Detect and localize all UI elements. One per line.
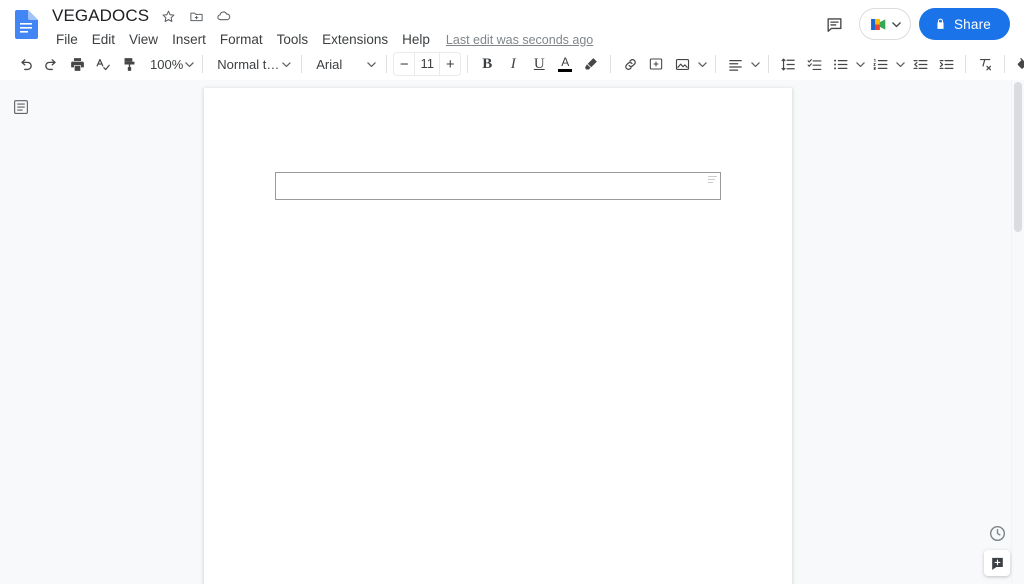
bulleted-list-icon[interactable] [827,51,853,77]
chevron-down-icon [185,61,194,67]
bulleted-list-dropdown[interactable] [853,51,867,77]
font-size-stepper: − 11 + [393,52,462,76]
zoom-level-value: 100% [150,56,184,72]
decrease-indent-icon[interactable] [907,51,933,77]
insert-image-icon[interactable] [669,51,695,77]
font-size-increase-button[interactable]: + [440,53,460,75]
header-actions: Share [819,8,1010,40]
font-family-select[interactable]: Arial [308,51,380,77]
move-to-folder-icon[interactable] [185,5,207,27]
clear-formatting-icon[interactable] [972,51,998,77]
print-icon[interactable] [64,51,90,77]
toolbar-divider [301,55,303,73]
line-spacing-icon[interactable] [775,51,801,77]
align-dropdown[interactable] [748,51,762,77]
text-color-swatch [558,68,573,72]
document-canvas [0,80,1024,584]
join-meeting-button[interactable] [858,8,911,40]
table-grip-icon[interactable] [708,176,717,183]
paragraph-style-value: Normal text [217,56,283,72]
scrollbar-thumb[interactable] [1014,82,1022,232]
toolbar-divider [467,55,469,73]
document-table[interactable] [275,172,721,200]
checklist-icon[interactable] [801,51,827,77]
last-edit-status[interactable]: Last edit was seconds ago [446,33,593,47]
spellcheck-icon[interactable] [90,51,116,77]
highlight-pen-icon[interactable] [578,51,604,77]
text-color-button[interactable]: A [552,51,578,77]
redo-icon[interactable] [38,51,64,77]
italic-label: I [510,55,516,72]
align-left-icon[interactable] [722,51,748,77]
underline-button[interactable]: U [526,51,552,77]
toolbar-divider [768,55,770,73]
google-docs-file-icon[interactable] [14,10,38,39]
increase-indent-icon[interactable] [933,51,959,77]
undo-icon[interactable] [12,51,38,77]
bold-label: B [482,55,493,72]
explore-icon[interactable] [984,550,1010,576]
toolbar-divider [965,55,967,73]
google-docs-window: VEGADOCS File Edit View Insert Format To… [0,0,1024,584]
app-header: VEGADOCS File Edit View Insert Format To… [0,0,1024,48]
font-size-decrease-button[interactable]: − [394,53,414,75]
page-title[interactable]: VEGADOCS [50,5,151,27]
text-color-label: A [561,54,570,69]
insert-image-dropdown[interactable] [695,51,709,77]
share-button[interactable]: Share [918,8,1010,40]
comment-icon[interactable] [819,8,851,40]
document-outline-icon[interactable] [10,96,32,118]
toolbar-divider [1004,55,1006,73]
version-history-icon[interactable] [987,523,1007,543]
lock-icon [937,18,944,29]
toolbar-divider [202,55,204,73]
underline-label: U [533,55,545,72]
star-icon[interactable] [157,5,179,27]
chevron-down-icon [367,61,376,67]
bold-button[interactable]: B [474,51,500,77]
toolbar-divider [610,55,612,73]
vertical-scrollbar[interactable] [1011,80,1024,584]
formatting-toolbar: 100% Normal text Arial − 11 + B I U A [0,48,1024,80]
document-page[interactable] [204,88,792,584]
toolbar-divider [386,55,388,73]
numbered-list-icon[interactable] [867,51,893,77]
paint-format-icon[interactable] [116,51,142,77]
paragraph-style-select[interactable]: Normal text [209,51,295,77]
numbered-list-dropdown[interactable] [893,51,907,77]
italic-button[interactable]: I [500,51,526,77]
chevron-down-icon [892,21,901,27]
font-family-value: Arial [316,56,343,72]
font-size-input[interactable]: 11 [414,53,441,75]
fill-color-icon[interactable] [1011,51,1024,77]
floating-action-buttons [984,523,1010,576]
zoom-level-select[interactable]: 100% [142,51,196,77]
cloud-saved-icon[interactable] [213,5,235,27]
video-camera-icon [871,18,886,30]
share-button-label: Share [953,16,991,32]
add-comment-icon[interactable] [643,51,669,77]
toolbar-divider [715,55,717,73]
title-and-menus: VEGADOCS File Edit View Insert Format To… [50,5,593,51]
link-icon[interactable] [617,51,643,77]
chevron-down-icon [282,61,291,67]
